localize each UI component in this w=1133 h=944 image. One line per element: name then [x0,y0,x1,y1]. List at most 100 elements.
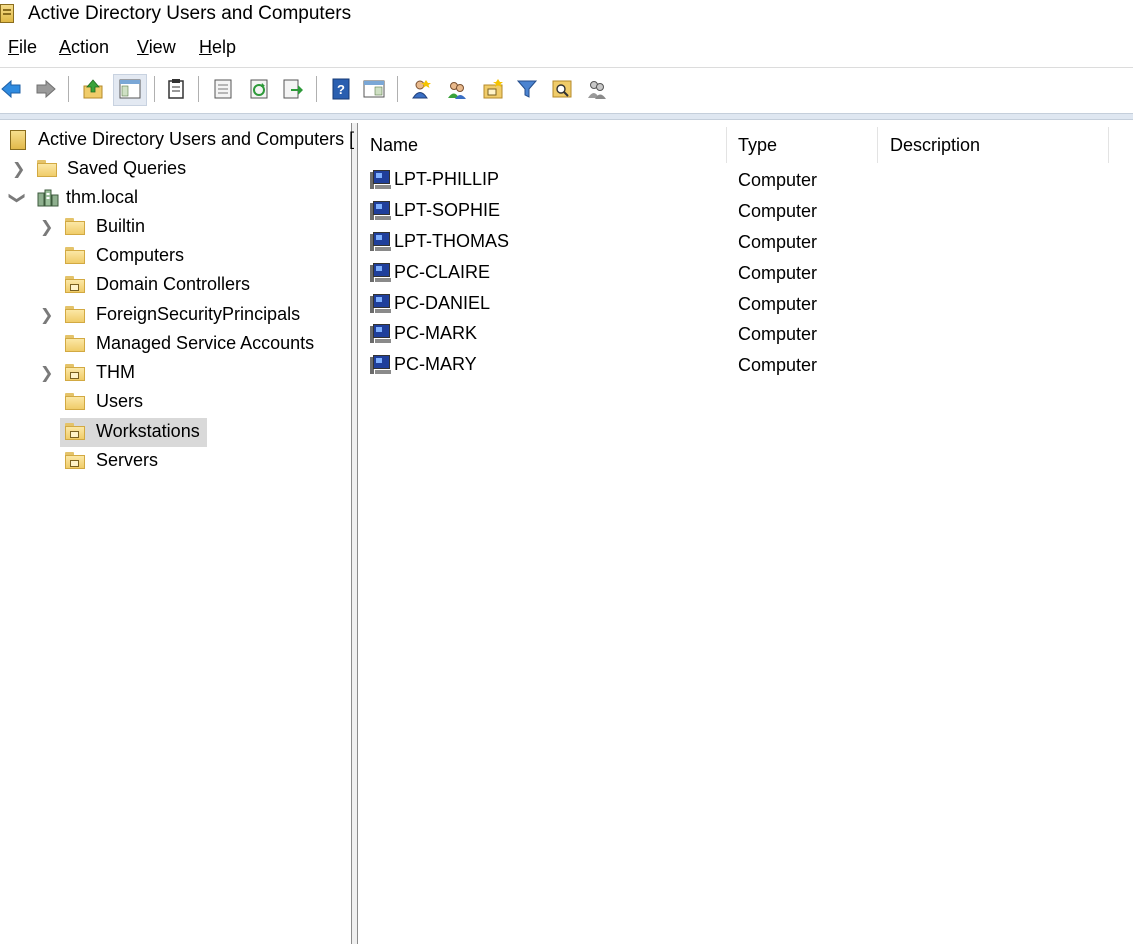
chevron-right-icon[interactable]: ❯ [40,217,53,237]
chevron-right-icon[interactable]: ❯ [40,305,53,325]
column-header-type[interactable]: Type [727,127,877,163]
title-bar: Active Directory Users and Computers [0,0,1133,30]
new-group-icon[interactable] [446,78,468,100]
menu-view[interactable]: View [137,37,176,58]
computer-type: Computer [738,232,818,252]
tree-root-label: Active Directory Users and Computers [ [38,129,355,149]
toolbar-separator [316,76,317,102]
tree-workstations-label: Workstations [96,421,200,441]
column-header-name-label: Name [370,135,419,155]
computer-type: Computer [738,263,818,283]
tree-servers-label: Servers [96,450,159,470]
menu-file-rest: ile [19,37,38,57]
computer-icon [370,170,392,190]
menu-view-accel: V [137,37,149,57]
computer-name: LPT-PHILLIP [394,169,500,189]
menu-divider [0,67,1133,68]
computer-name: PC-MARY [394,354,477,374]
menu-action-rest: ction [71,37,110,57]
details-pane[interactable]: Name Type Description LPT-PHILLIP Comput… [358,123,1133,944]
chevron-right-icon[interactable]: ❯ [40,363,53,383]
menu-help[interactable]: Help [199,37,236,58]
toolbar-separator [397,76,398,102]
computer-icon [370,294,392,314]
folder-icon [65,306,85,323]
tree-domain-label: thm.local [66,187,139,207]
computer-type: Computer [738,170,818,190]
tree-computers-label: Computers [96,245,185,265]
computer-name: LPT-THOMAS [394,231,510,251]
delete-icon[interactable] [165,78,187,100]
tree-foreign-security-principals-label: ForeignSecurityPrincipals [96,304,301,324]
menu-help-accel: H [199,37,212,57]
menu-action[interactable]: Action [59,37,109,58]
chevron-right-icon[interactable]: ❯ [12,159,25,179]
tree-users-label: Users [96,391,144,411]
computer-name: PC-DANIEL [394,293,491,313]
computer-type: Computer [738,294,818,314]
frame-border [0,113,1133,120]
tree-builtin-label: Builtin [96,216,146,236]
action-pane-icon[interactable] [363,78,385,100]
list-item[interactable]: PC-MARY Computer [358,351,1118,381]
computer-type: Computer [738,355,818,375]
ou-folder-icon [65,423,85,440]
column-header-name[interactable]: Name [358,127,726,163]
folder-icon [65,393,85,410]
computer-icon [370,232,392,252]
folder-icon [65,335,85,352]
tree-managed-service-accounts-label: Managed Service Accounts [96,333,315,353]
properties-icon[interactable] [212,78,234,100]
folder-icon [65,218,85,235]
computer-name: PC-CLAIRE [394,262,491,282]
computer-icon [370,201,392,221]
svg-text:?: ? [337,82,345,97]
computer-icon [370,355,392,375]
back-icon[interactable] [0,78,22,100]
list-item[interactable]: PC-CLAIRE Computer [358,259,1118,289]
menu-help-rest: elp [212,37,237,57]
ou-folder-icon [65,452,85,469]
window-title: Active Directory Users and Computers [28,3,352,24]
list-item[interactable]: PC-DANIEL Computer [358,290,1118,320]
aduc-root-icon [10,130,26,150]
folder-icon [65,247,85,264]
list-item[interactable]: LPT-SOPHIE Computer [358,197,1118,227]
tree-thm-label: THM [96,362,135,382]
column-divider[interactable] [1108,127,1109,163]
up-icon[interactable] [82,78,104,100]
list-item[interactable]: PC-MARK Computer [358,320,1118,350]
help-icon[interactable]: ? [330,78,352,100]
domain-icon [37,189,59,207]
show-console-tree-icon[interactable] [119,78,141,100]
menu-file-accel: F [8,37,19,57]
export-list-icon[interactable] [282,78,304,100]
menu-file[interactable]: File [8,37,37,58]
column-header-type-label: Type [738,135,778,155]
computer-name: PC-MARK [394,323,478,343]
aduc-app-icon [0,4,14,23]
computer-type: Computer [738,324,818,344]
column-header-description-label: Description [890,135,981,155]
folder-icon [37,160,57,177]
list-item[interactable]: LPT-PHILLIP Computer [358,166,1118,196]
forward-icon[interactable] [35,78,57,100]
add-to-group-icon[interactable] [586,78,608,100]
computer-icon [370,263,392,283]
menu-bar: File Action View Help [0,34,1133,64]
new-ou-icon[interactable] [482,78,504,100]
list-item[interactable]: LPT-THOMAS Computer [358,228,1118,258]
toolbar-separator [68,76,69,102]
computer-icon [370,324,392,344]
tree-domain-controllers-label: Domain Controllers [96,274,251,294]
computer-type: Computer [738,201,818,221]
chevron-down-icon[interactable]: ❯ [8,191,28,204]
find-icon[interactable] [551,78,573,100]
column-header-description[interactable]: Description [878,127,1108,163]
new-user-icon[interactable] [410,78,432,100]
ou-folder-icon [65,364,85,381]
filter-icon[interactable] [516,78,538,100]
tree-root[interactable]: Active Directory Users and Computers [ [8,126,355,154]
tree-saved-queries-label: Saved Queries [67,158,187,178]
refresh-icon[interactable] [248,78,270,100]
